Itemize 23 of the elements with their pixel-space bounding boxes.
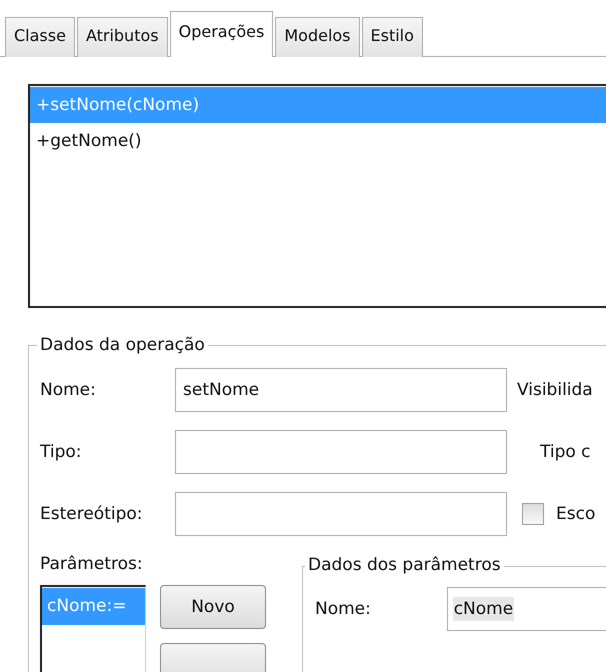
tab[interactable]: Classe — [5, 17, 75, 57]
field-label: Tipo c — [540, 442, 591, 462]
parameters-label: Parâmetros: — [40, 554, 144, 576]
field-label: Visibilida — [517, 380, 593, 400]
input-field[interactable] — [175, 430, 507, 474]
tab[interactable]: Operações — [170, 11, 274, 57]
list-item[interactable]: +getNome() — [30, 123, 606, 159]
field-label: Tipo: — [40, 442, 83, 462]
tab[interactable]: Modelos — [275, 17, 360, 57]
checkbox[interactable] — [522, 503, 544, 525]
tab[interactable]: Atributos — [76, 17, 168, 57]
checkbox-label: Esco — [556, 504, 596, 524]
field-label: Nome: — [40, 380, 97, 400]
new-button[interactable]: Novo — [160, 585, 266, 629]
field-label: Estereótipo: — [40, 504, 144, 524]
input-field[interactable]: setNome — [175, 368, 507, 412]
field-label: Nome: — [315, 599, 372, 619]
group-title: Dados dos parâmetros — [305, 555, 504, 575]
operations-list[interactable]: +setNome(cNome) +getNome() — [28, 84, 606, 308]
input-field[interactable]: cNome — [446, 587, 606, 631]
group-title: Dados da operação — [37, 335, 208, 355]
input-field[interactable] — [175, 492, 507, 536]
tab[interactable]: Estilo — [362, 17, 423, 57]
